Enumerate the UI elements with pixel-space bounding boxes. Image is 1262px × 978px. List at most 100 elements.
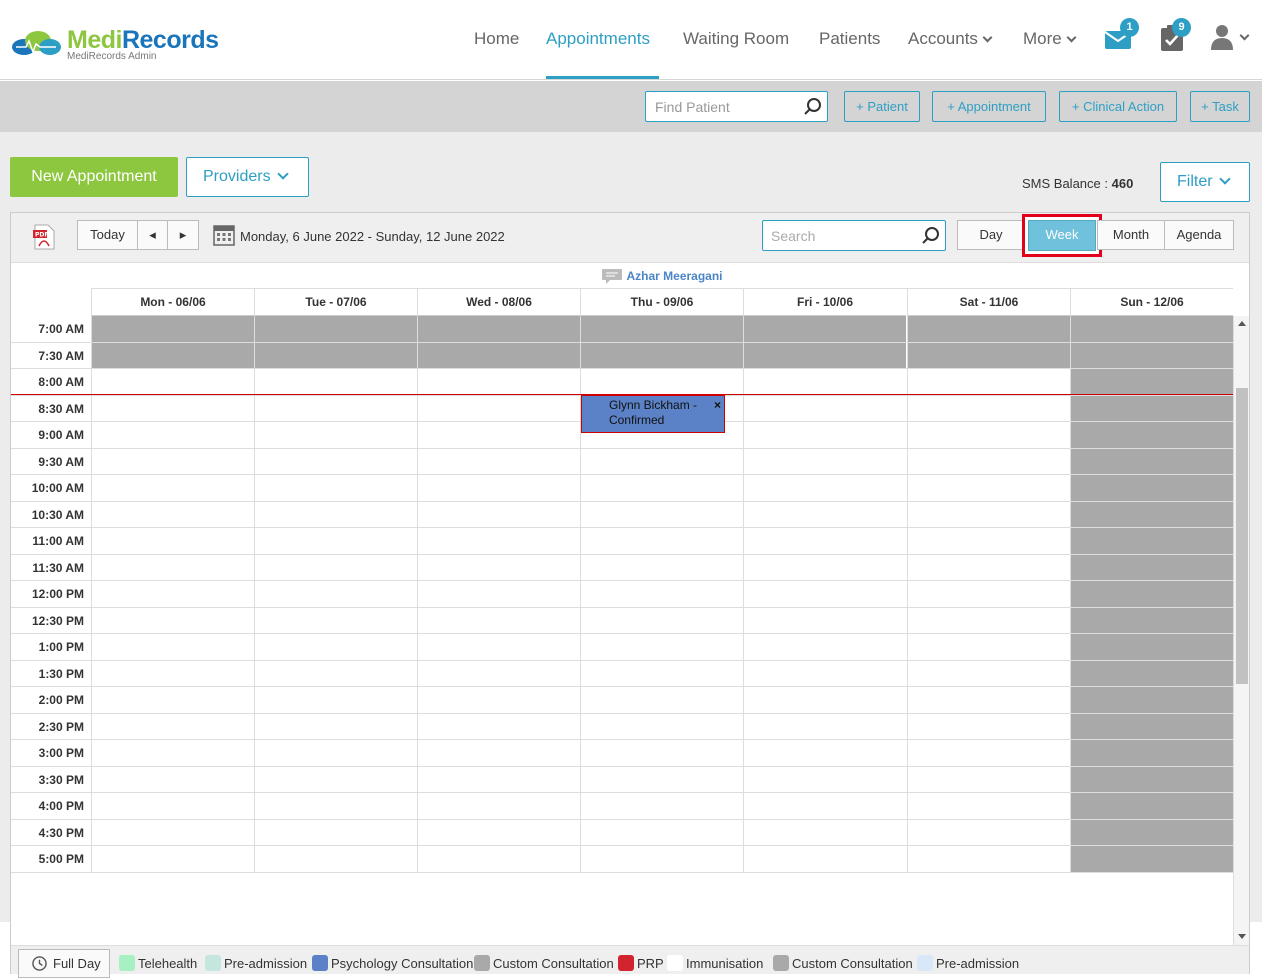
time-slot[interactable] [907,687,1070,713]
appointment-block[interactable]: Glynn Bickham - Confirmed × [581,395,725,433]
time-slot[interactable] [91,793,254,819]
time-slot[interactable] [580,501,743,527]
time-slot[interactable] [254,846,417,872]
unavailable-slot[interactable] [1070,687,1233,713]
user-menu-button[interactable] [1211,24,1251,52]
time-slot[interactable] [743,740,906,766]
unavailable-slot[interactable] [417,316,580,342]
time-slot[interactable] [91,501,254,527]
time-slot[interactable] [417,501,580,527]
time-slot[interactable] [743,369,906,395]
time-slot[interactable] [417,819,580,845]
unavailable-slot[interactable] [1070,740,1233,766]
time-slot[interactable] [580,740,743,766]
unavailable-slot[interactable] [1070,581,1233,607]
unavailable-slot[interactable] [417,342,580,368]
time-slot[interactable] [417,369,580,395]
add-clinical-action-button[interactable]: + Clinical Action [1059,91,1177,122]
unavailable-slot[interactable] [1070,528,1233,554]
unavailable-slot[interactable] [743,342,906,368]
day-header[interactable]: Sun - 12/06 [1070,289,1233,316]
day-header[interactable]: Sat - 11/06 [907,289,1070,316]
time-slot[interactable] [580,634,743,660]
find-patient-input[interactable]: Find Patient [645,91,828,122]
time-slot[interactable] [254,607,417,633]
time-slot[interactable] [580,660,743,686]
time-slot[interactable] [417,766,580,792]
nav-waiting-room[interactable]: Waiting Room [683,29,789,49]
time-slot[interactable] [743,395,906,421]
time-slot[interactable] [907,846,1070,872]
time-slot[interactable] [743,793,906,819]
time-slot[interactable] [91,395,254,421]
add-patient-button[interactable]: + Patient [844,91,920,122]
close-icon[interactable]: × [714,398,721,413]
time-slot[interactable] [91,660,254,686]
time-slot[interactable] [743,501,906,527]
time-slot[interactable] [907,766,1070,792]
time-slot[interactable] [91,554,254,580]
calendar-scrollbar[interactable] [1233,316,1249,945]
unavailable-slot[interactable] [1070,846,1233,872]
time-slot[interactable] [417,634,580,660]
time-slot[interactable] [907,581,1070,607]
time-slot[interactable] [417,740,580,766]
time-slot[interactable] [91,740,254,766]
time-slot[interactable] [907,448,1070,474]
time-slot[interactable] [580,819,743,845]
time-slot[interactable] [743,766,906,792]
medirecords-logo[interactable]: MediRecords MediRecords Admin [10,24,220,64]
time-slot[interactable] [907,395,1070,421]
time-slot[interactable] [907,422,1070,448]
time-slot[interactable] [743,687,906,713]
time-slot[interactable] [254,581,417,607]
unavailable-slot[interactable] [91,316,254,342]
search-icon[interactable] [804,98,822,116]
time-slot[interactable] [91,369,254,395]
time-slot[interactable] [417,581,580,607]
unavailable-slot[interactable] [1070,819,1233,845]
time-slot[interactable] [417,475,580,501]
unavailable-slot[interactable] [254,342,417,368]
calendar-icon[interactable] [213,222,235,246]
time-slot[interactable] [91,713,254,739]
time-slot[interactable] [743,448,906,474]
next-week-button[interactable]: ▸ [167,220,199,250]
nav-accounts[interactable]: Accounts [908,29,993,49]
time-slot[interactable] [254,528,417,554]
time-slot[interactable] [907,660,1070,686]
full-day-button[interactable]: Full Day [18,949,110,978]
nav-more[interactable]: More [1023,29,1077,49]
time-grid[interactable]: 5:00 PM 4:30 PM 4:00 PM 3:30 PM 3:00 PM 2:30 … [11,316,1233,945]
time-slot[interactable] [91,846,254,872]
time-slot[interactable] [743,581,906,607]
time-slot[interactable] [417,660,580,686]
time-slot[interactable] [91,475,254,501]
unavailable-slot[interactable] [1070,713,1233,739]
time-slot[interactable] [254,687,417,713]
providers-dropdown[interactable]: Providers [186,157,309,197]
time-slot[interactable] [417,554,580,580]
view-day-button[interactable]: Day [957,220,1025,250]
time-slot[interactable] [417,422,580,448]
time-slot[interactable] [417,528,580,554]
time-slot[interactable] [907,554,1070,580]
prev-week-button[interactable]: ◂ [137,220,168,250]
view-agenda-button[interactable]: Agenda [1164,220,1234,250]
search-icon[interactable] [922,227,940,245]
unavailable-slot[interactable] [1070,475,1233,501]
time-slot[interactable] [91,581,254,607]
nav-appointments[interactable]: Appointments [546,29,650,49]
new-appointment-button[interactable]: New Appointment [10,157,178,197]
time-slot[interactable] [91,528,254,554]
time-slot[interactable] [580,475,743,501]
time-slot[interactable] [907,740,1070,766]
time-slot[interactable] [91,766,254,792]
unavailable-slot[interactable] [1070,369,1233,395]
day-header[interactable]: Tue - 07/06 [254,289,417,316]
time-slot[interactable] [743,554,906,580]
time-slot[interactable] [907,501,1070,527]
time-slot[interactable] [743,475,906,501]
time-slot[interactable] [743,846,906,872]
time-slot[interactable] [580,607,743,633]
